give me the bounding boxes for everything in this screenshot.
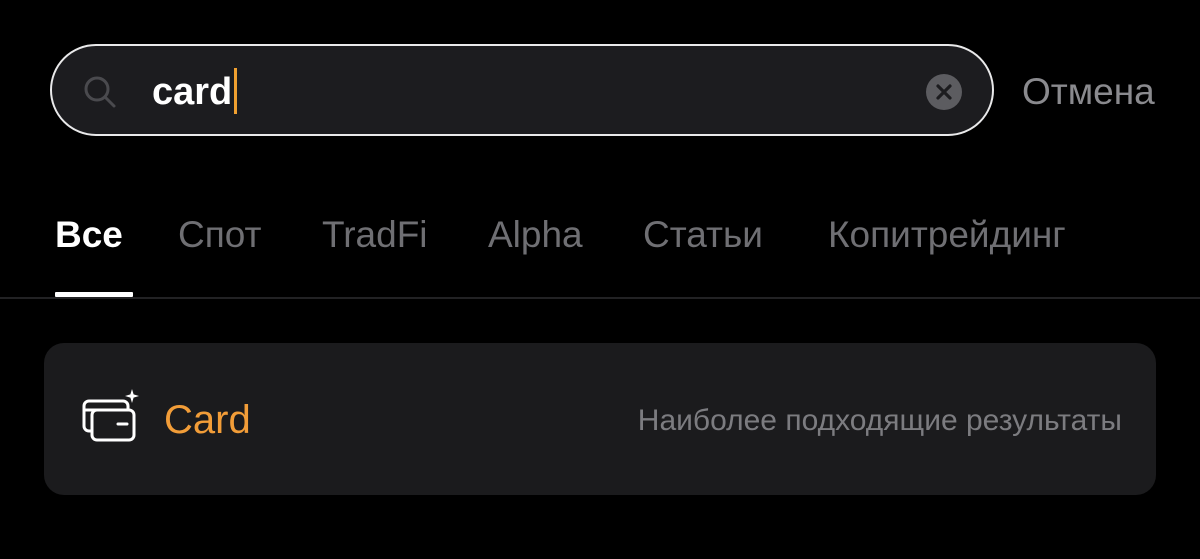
clear-icon bbox=[936, 84, 952, 100]
tab-tradfi[interactable]: TradFi bbox=[322, 210, 428, 260]
search-text: card bbox=[152, 71, 233, 113]
result-title: Card bbox=[164, 398, 251, 442]
search-input[interactable]: card bbox=[50, 44, 994, 136]
category-tabs: Все Спот TradFi Alpha Статьи Копитрейдин… bbox=[0, 200, 1200, 300]
tab-all[interactable]: Все bbox=[55, 210, 123, 260]
search-result-item[interactable]: Card Наиболее подходящие результаты bbox=[44, 343, 1156, 495]
tab-spot[interactable]: Спот bbox=[178, 210, 261, 260]
result-hint: Наиболее подходящие результаты bbox=[637, 404, 1122, 437]
search-icon bbox=[82, 74, 118, 110]
tabs-divider bbox=[0, 297, 1200, 299]
tab-copytrading[interactable]: Копитрейдинг bbox=[828, 210, 1066, 260]
clear-search-button[interactable] bbox=[926, 74, 962, 110]
text-caret bbox=[234, 67, 238, 114]
tab-articles[interactable]: Статьи bbox=[643, 210, 763, 260]
search-bar: card Отмена bbox=[0, 0, 1200, 180]
search-value[interactable]: card bbox=[152, 66, 238, 118]
cancel-button[interactable]: Отмена bbox=[1022, 66, 1155, 118]
tab-alpha[interactable]: Alpha bbox=[488, 210, 583, 260]
card-icon bbox=[80, 387, 140, 447]
